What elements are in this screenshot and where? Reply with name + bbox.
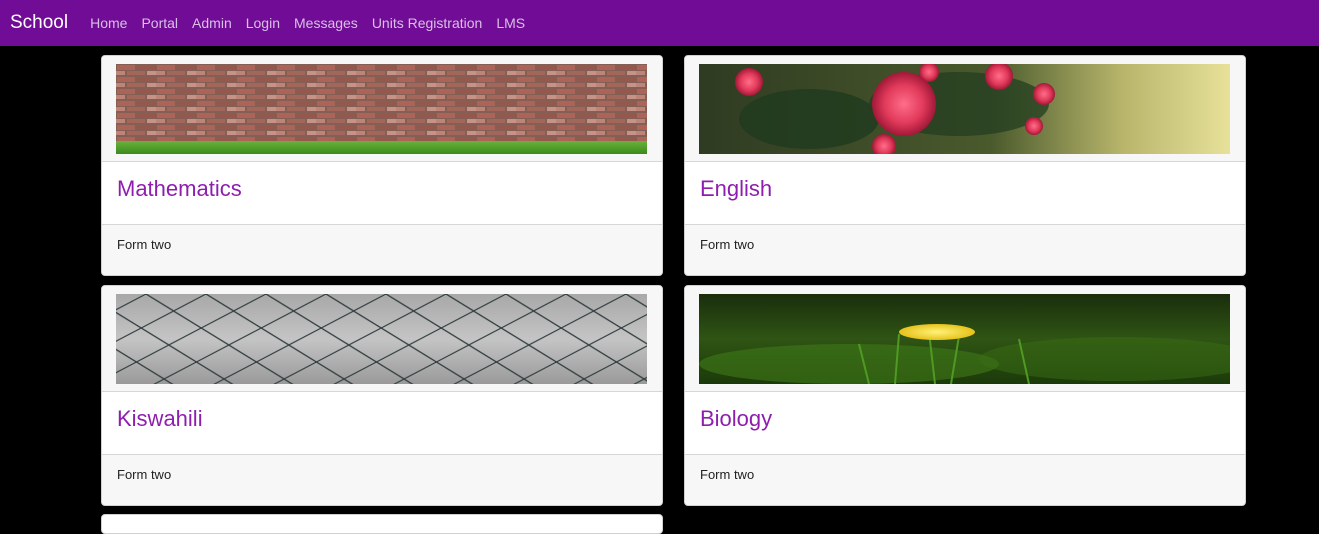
course-card-biology[interactable]: Biology Form two bbox=[684, 285, 1246, 506]
roses-image bbox=[699, 64, 1230, 154]
nav-link-home[interactable]: Home bbox=[90, 15, 127, 31]
card-image-area bbox=[102, 286, 662, 392]
card-footer: Form two bbox=[102, 225, 662, 275]
chain-fence-image bbox=[116, 294, 647, 384]
yellow-flower-image bbox=[699, 294, 1230, 384]
nav-link-lms[interactable]: LMS bbox=[496, 15, 525, 31]
card-body: Mathematics bbox=[102, 162, 662, 225]
nav-link-portal[interactable]: Portal bbox=[141, 15, 178, 31]
course-card-english[interactable]: English Form two bbox=[684, 55, 1246, 276]
card-title[interactable]: Biology bbox=[700, 406, 1230, 432]
course-card-mathematics[interactable]: Mathematics Form two bbox=[101, 55, 663, 276]
card-footer: Form two bbox=[685, 455, 1245, 505]
card-image-area bbox=[685, 56, 1245, 162]
brick-wall-image bbox=[116, 64, 647, 154]
card-footer: Form two bbox=[102, 455, 662, 505]
brand-link[interactable]: School bbox=[10, 12, 68, 34]
card-title[interactable]: English bbox=[700, 176, 1230, 202]
card-image-area bbox=[102, 56, 662, 162]
card-image-area bbox=[685, 286, 1245, 392]
nav-link-login[interactable]: Login bbox=[246, 15, 280, 31]
course-card-partial[interactable] bbox=[101, 514, 663, 534]
course-card-kiswahili[interactable]: Kiswahili Form two bbox=[101, 285, 663, 506]
nav-link-admin[interactable]: Admin bbox=[192, 15, 232, 31]
card-title[interactable]: Mathematics bbox=[117, 176, 647, 202]
card-footer: Form two bbox=[685, 225, 1245, 275]
card-body: English bbox=[685, 162, 1245, 225]
card-body: Kiswahili bbox=[102, 392, 662, 455]
top-navbar: School Home Portal Admin Login Messages … bbox=[0, 0, 1319, 46]
nav-link-units-registration[interactable]: Units Registration bbox=[372, 15, 483, 31]
card-body: Biology bbox=[685, 392, 1245, 455]
nav-link-messages[interactable]: Messages bbox=[294, 15, 358, 31]
card-title[interactable]: Kiswahili bbox=[117, 406, 647, 432]
